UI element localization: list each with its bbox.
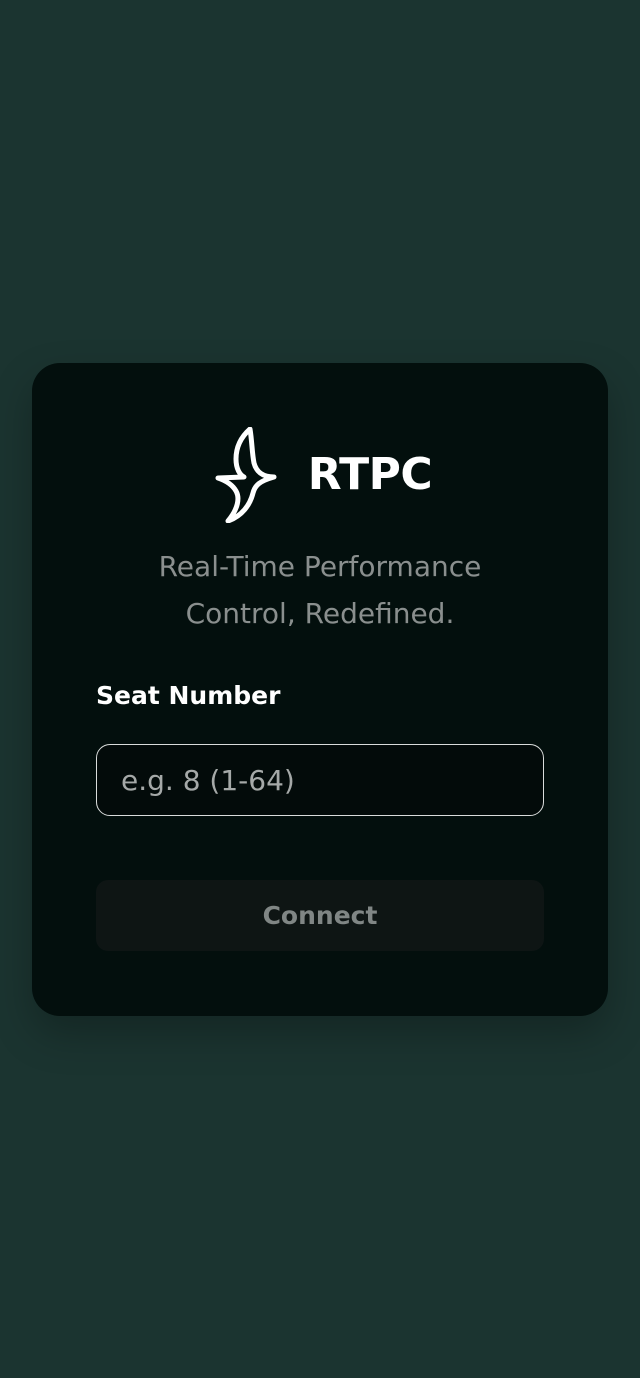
tagline-line-1: Real-Time Performance [158,550,482,583]
brand-name: RTPC [307,449,433,500]
brand-header: RTPC [32,427,608,523]
rtpc-logo-icon [215,427,277,523]
app-background: RTPC Real-Time Performance Control, Rede… [0,0,640,1378]
seat-number-label: Seat Number [96,681,281,710]
connect-button[interactable]: Connect [96,880,544,951]
tagline-line-2: Control, Redefined. [185,597,455,630]
tagline: Real-Time Performance Control, Redefined… [120,543,520,637]
seat-number-input[interactable] [96,744,544,816]
login-card: RTPC Real-Time Performance Control, Rede… [32,363,608,1016]
